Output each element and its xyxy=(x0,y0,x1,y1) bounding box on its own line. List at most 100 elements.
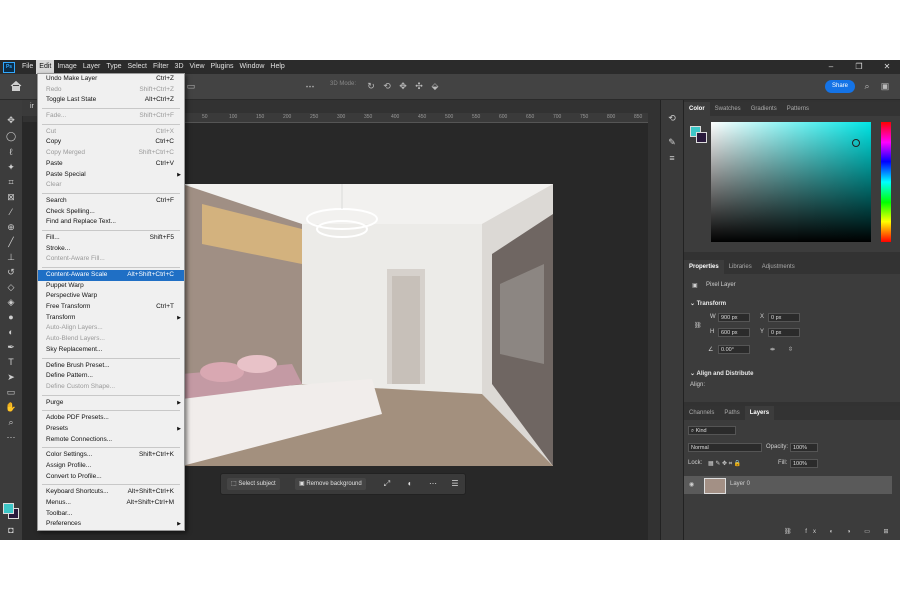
edit-menu-item[interactable]: Remote Connections... xyxy=(38,435,184,446)
edit-menu-item[interactable]: Find and Replace Text... xyxy=(38,217,184,228)
edit-menu-item[interactable]: Adobe PDF Presets... xyxy=(38,413,184,424)
transform-section-title[interactable]: ⌄ Transform xyxy=(690,300,726,307)
menu-window[interactable]: Window xyxy=(237,60,268,74)
restore-icon[interactable]: ❐ xyxy=(852,60,866,74)
edit-menu-item[interactable]: Presets ▶ xyxy=(38,424,184,435)
menu-layer[interactable]: Layer xyxy=(80,60,104,74)
menu-edit[interactable]: Edit xyxy=(36,60,55,74)
edit-menu-item[interactable]: Check Spelling... xyxy=(38,207,184,218)
edit-menu-item[interactable]: Preferences ▶ xyxy=(38,519,184,530)
layer-name[interactable]: Layer 0 xyxy=(730,481,750,487)
edit-menu-item[interactable]: Toolbar... xyxy=(38,509,184,520)
tab-layers[interactable]: Layers xyxy=(744,406,775,420)
more-options-icon[interactable]: ⋯ xyxy=(305,81,315,91)
y-field[interactable]: 0 px xyxy=(768,328,800,337)
edit-menu-item[interactable]: Paste Special ▶ xyxy=(38,170,184,181)
x-field[interactable]: 0 px xyxy=(768,313,800,322)
more-icon[interactable]: ⋯ xyxy=(427,478,439,490)
edit-menu-item[interactable]: Free Transform Ctrl+T xyxy=(38,302,184,313)
flip-vertical-icon[interactable]: ⇳ xyxy=(788,346,793,353)
align-icon[interactable]: ▭ xyxy=(186,81,196,91)
healing-brush-icon[interactable]: ⊕ xyxy=(5,221,17,233)
adjustments-panel-icon[interactable]: ≡ xyxy=(666,152,678,164)
edit-menu-item[interactable]: Paste Ctrl+V xyxy=(38,159,184,170)
color-picker-circle[interactable] xyxy=(852,139,860,147)
edit-menu-item[interactable]: Transform ▶ xyxy=(38,313,184,324)
edit-menu-item[interactable]: Define Brush Preset... xyxy=(38,361,184,372)
quick-mask-icon[interactable]: ◘ xyxy=(5,524,17,536)
opacity-field[interactable]: 100% xyxy=(790,443,818,452)
workspace-icon[interactable]: ▣ xyxy=(880,81,890,91)
3d-pan-icon[interactable]: ✥ xyxy=(398,81,408,91)
zoom-tool-icon[interactable]: ⌕ xyxy=(5,416,17,428)
layer-kind-filter[interactable]: ⌕ Kind xyxy=(688,426,736,435)
edit-menu-item[interactable]: Sky Replacement... xyxy=(38,345,184,356)
angle-field[interactable]: 0.00° xyxy=(718,345,750,354)
fill-field[interactable]: 100% xyxy=(790,459,818,468)
shape-tool-icon[interactable]: ▭ xyxy=(5,386,17,398)
edit-menu-item[interactable]: Color Settings... Shift+Ctrl+K xyxy=(38,450,184,461)
layer-footer-icons[interactable]: ⛓ fx ◐ ◑ ▭ ⊞ 🗑 xyxy=(784,528,900,535)
eraser-tool-icon[interactable]: ◇ xyxy=(5,281,17,293)
remove-background-button[interactable]: ▣ Remove background xyxy=(295,478,366,490)
marquee-tool-icon[interactable]: ◯ xyxy=(5,130,17,142)
edit-menu-item[interactable]: Toggle Last State Alt+Ctrl+Z xyxy=(38,95,184,106)
menu-select[interactable]: Select xyxy=(125,60,150,74)
minimize-icon[interactable]: – xyxy=(824,60,838,74)
search-icon[interactable]: ⌕ xyxy=(862,81,872,91)
lasso-tool-icon[interactable]: ℓ xyxy=(5,146,17,158)
transform-icon[interactable]: ⤢ xyxy=(381,478,393,490)
edit-menu-item[interactable]: Stroke... xyxy=(38,244,184,255)
tab-channels[interactable]: Channels xyxy=(684,406,719,420)
hand-tool-icon[interactable]: ✋ xyxy=(5,401,17,413)
tab-gradients[interactable]: Gradients xyxy=(746,102,782,116)
frame-tool-icon[interactable]: ⊠ xyxy=(5,191,17,203)
edit-menu-item[interactable]: Keyboard Shortcuts... Alt+Shift+Ctrl+K xyxy=(38,487,184,498)
menu-filter[interactable]: Filter xyxy=(150,60,172,74)
foreground-color-swatch[interactable] xyxy=(3,503,14,514)
paint-bucket-icon[interactable]: ◈ xyxy=(5,296,17,308)
menu-view[interactable]: View xyxy=(187,60,208,74)
settings-icon[interactable]: ☰ xyxy=(449,478,461,490)
tab-adjustments[interactable]: Adjustments xyxy=(757,260,800,274)
link-dimensions-icon[interactable]: ⛓ xyxy=(694,322,702,329)
visibility-eye-icon[interactable]: ◉ xyxy=(689,481,694,488)
edit-menu-item[interactable]: Assign Profile... xyxy=(38,461,184,472)
layer-row[interactable]: ◉ Layer 0 xyxy=(684,476,892,494)
edit-menu-item[interactable]: Undo Make Layer Ctrl+Z xyxy=(38,74,184,85)
edit-menu-item[interactable]: Copy Ctrl+C xyxy=(38,137,184,148)
home-icon[interactable] xyxy=(10,80,22,92)
height-field[interactable]: 600 px xyxy=(718,328,750,337)
bedroom-photo[interactable] xyxy=(182,184,553,466)
menu-help[interactable]: Help xyxy=(267,60,287,74)
path-selection-icon[interactable]: ➤ xyxy=(5,371,17,383)
type-tool-icon[interactable]: T xyxy=(5,356,17,368)
menu-type[interactable]: Type xyxy=(103,60,124,74)
crop-tool-icon[interactable]: ⌗ xyxy=(5,176,17,188)
lock-pixels-icons[interactable]: ▦ ✎ ✥ ⌗ 🔒 xyxy=(708,460,741,468)
edit-menu-item[interactable]: Purge ▶ xyxy=(38,398,184,409)
menu-file[interactable]: File xyxy=(19,60,36,74)
share-button[interactable]: Share xyxy=(825,80,855,93)
3d-scale-icon[interactable]: ⬙ xyxy=(430,81,440,91)
tab-libraries[interactable]: Libraries xyxy=(724,260,757,274)
menu-plugins[interactable]: Plugins xyxy=(208,60,237,74)
edit-menu-item[interactable]: Fill... Shift+F5 xyxy=(38,233,184,244)
edit-menu-item[interactable]: Content-Aware Scale Alt+Shift+Ctrl+C xyxy=(38,270,184,281)
blend-mode-select[interactable]: Normal xyxy=(688,443,762,452)
tab-patterns[interactable]: Patterns xyxy=(782,102,814,116)
tab-properties[interactable]: Properties xyxy=(684,260,724,274)
3d-orbit-icon[interactable]: ↻ xyxy=(366,81,376,91)
brush-tool-icon[interactable]: ╱ xyxy=(5,236,17,248)
select-subject-button[interactable]: ⬚ Select subject xyxy=(227,478,280,490)
edit-menu-item[interactable]: Menus... Alt+Shift+Ctrl+M xyxy=(38,498,184,509)
dodge-tool-icon[interactable]: ◐ xyxy=(5,326,17,338)
edit-menu-item[interactable]: Puppet Warp xyxy=(38,281,184,292)
hue-slider[interactable] xyxy=(881,122,891,242)
flip-horizontal-icon[interactable]: ⇹ xyxy=(770,346,775,353)
brush-settings-icon[interactable]: ✎ xyxy=(666,136,678,148)
menu-image[interactable]: Image xyxy=(54,60,79,74)
blur-tool-icon[interactable]: ● xyxy=(5,311,17,323)
adjustment-icon[interactable]: ◐ xyxy=(404,478,416,490)
edit-menu-item[interactable]: Define Pattern... xyxy=(38,371,184,382)
